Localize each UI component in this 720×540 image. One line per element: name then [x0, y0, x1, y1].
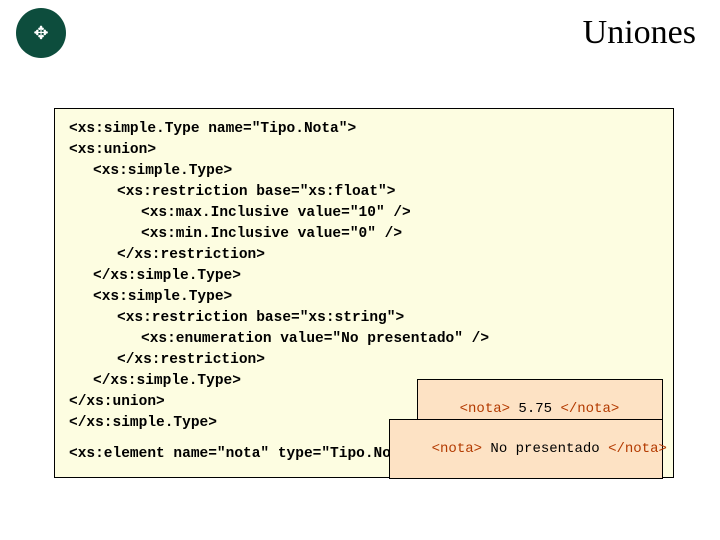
logo-glyph: ✥	[33, 23, 48, 44]
tag-open: <nota>	[432, 441, 482, 457]
code-line: </xs:restriction>	[117, 245, 659, 266]
code-line: </xs:simple.Type>	[93, 266, 659, 287]
example-2: <nota> No presentado </nota>	[389, 419, 663, 479]
code-line: <xs:union>	[69, 140, 659, 161]
code-line: <xs:min.Inclusive value="0" />	[141, 224, 659, 245]
code-line: <xs:restriction base="xs:float">	[117, 182, 659, 203]
tag-close: </nota>	[560, 401, 619, 417]
code-line: <xs:simple.Type name="Tipo.Nota">	[69, 119, 659, 140]
code-line: </xs:restriction>	[117, 350, 659, 371]
example-value: No presentado	[482, 441, 608, 457]
code-line: <xs:enumeration value="No presentado" />	[141, 329, 659, 350]
tag-close: </nota>	[608, 441, 667, 457]
logo: ✥	[16, 8, 66, 58]
tag-open: <nota>	[460, 401, 510, 417]
code-container: <xs:simple.Type name="Tipo.Nota"> <xs:un…	[54, 108, 674, 478]
code-line: <xs:restriction base="xs:string">	[117, 308, 659, 329]
code-line: <xs:simple.Type>	[93, 161, 659, 182]
code-line: <xs:max.Inclusive value="10" />	[141, 203, 659, 224]
page-title: Uniones	[583, 14, 696, 52]
code-line: <xs:simple.Type>	[93, 287, 659, 308]
example-value: 5.75	[510, 401, 560, 417]
